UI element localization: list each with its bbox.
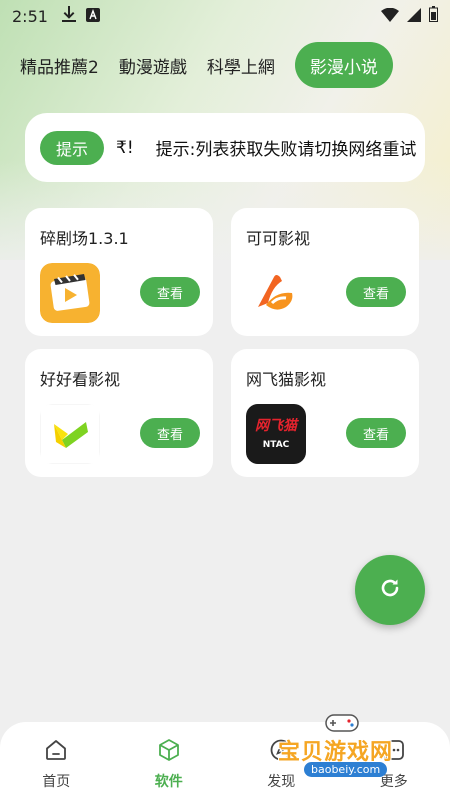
notice-marquee: ₹! 提示:列表获取失败请切换网络重试	[116, 131, 425, 165]
logo-wordmark: 网飞猫	[255, 418, 297, 434]
a-icon	[85, 7, 100, 26]
view-button[interactable]: 查看	[346, 277, 406, 307]
category-tabs: 精品推薦2 動漫遊戲 科學上網 影漫小说	[0, 40, 450, 90]
watermark: 宝贝游戏网 baobeiy.com	[276, 712, 446, 792]
view-button[interactable]: 查看	[346, 418, 406, 448]
nav-software[interactable]: 软件	[134, 738, 204, 791]
tab-yingman[interactable]: 影漫小说	[294, 42, 393, 88]
notice-text: 提示:列表获取失败请切换网络重试	[155, 140, 417, 160]
status-bar: 2:51	[0, 0, 450, 32]
notice-text-tail: ₹!	[116, 137, 134, 158]
film-play-logo	[40, 263, 100, 323]
signal-icon	[407, 7, 421, 26]
tab-dongman[interactable]: 動漫遊戲	[119, 42, 187, 88]
status-time: 2:51	[12, 6, 48, 26]
app-card-title: 可可影视	[246, 229, 311, 248]
view-button[interactable]: 查看	[140, 277, 200, 307]
app-card-title: 碎剧场1.3.1	[40, 229, 129, 248]
haohaokan-logo	[40, 404, 100, 464]
view-button[interactable]: 查看	[140, 418, 200, 448]
app-card[interactable]: 网飞猫影视 网飞猫 NTAC 查看	[231, 349, 419, 477]
app-card-title: 好好看影视	[40, 370, 121, 389]
app-card[interactable]: 可可影视 查看	[231, 208, 419, 336]
box-icon	[157, 738, 181, 766]
home-icon	[44, 738, 68, 766]
download-icon	[61, 6, 76, 26]
app-card-title: 网飞猫影视	[246, 370, 327, 389]
watermark-url: baobeiy.com	[304, 762, 388, 777]
nav-label: 软件	[154, 774, 183, 790]
notice-badge: 提示	[40, 130, 105, 165]
notice-banner: 提示 ₹! 提示:列表获取失败请切换网络重试	[25, 113, 425, 182]
refresh-icon	[378, 576, 402, 604]
nav-label: 首页	[42, 774, 71, 790]
tab-jingpin[interactable]: 精品推薦2	[20, 42, 99, 88]
app-card[interactable]: 好好看影视 查看	[25, 349, 213, 477]
refresh-button[interactable]	[355, 555, 425, 625]
wangfeimao-logo: 网飞猫 NTAC	[246, 404, 306, 464]
keke-logo	[246, 263, 306, 323]
app-card[interactable]: 碎剧场1.3.1 查看	[25, 208, 213, 336]
logo-subtext: NTAC	[262, 440, 290, 450]
tab-kexue[interactable]: 科學上網	[207, 42, 275, 88]
nav-home[interactable]: 首页	[21, 738, 91, 791]
wifi-icon	[381, 7, 399, 26]
battery-icon	[429, 6, 438, 26]
